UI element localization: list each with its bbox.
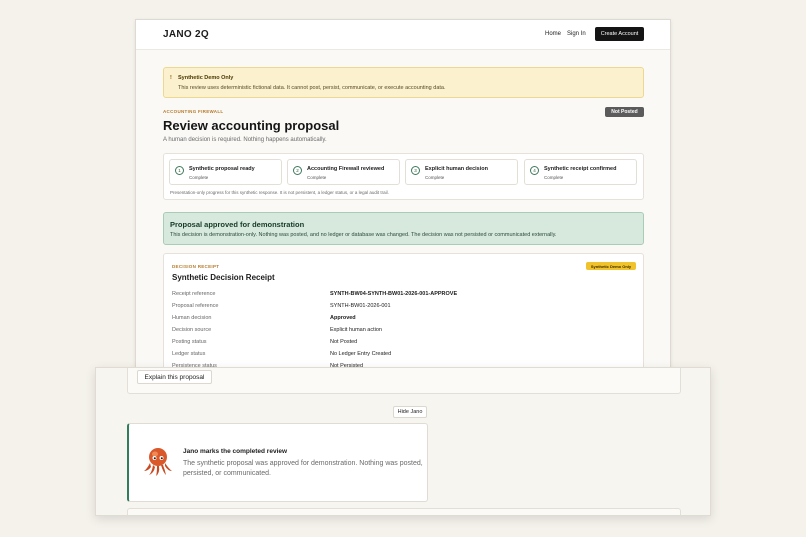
step-number: 1: [175, 166, 184, 175]
receipt-row-value: Not Posted: [330, 339, 358, 345]
top-nav: JANO 2Q Home Sign In Create Account: [136, 20, 670, 50]
page-subtitle: A human decision is required. Nothing ha…: [163, 137, 327, 143]
app-page: JANO 2Q Home Sign In Create Account ! Sy…: [135, 19, 671, 369]
step-number: 2: [293, 166, 302, 175]
hide-jano-button[interactable]: Hide Jano: [393, 406, 427, 418]
nav-home-link[interactable]: Home: [545, 31, 561, 37]
step-status: Complete: [425, 175, 445, 180]
jano-assistant-panel: Explain this proposal Hide Jano Jano mar…: [95, 367, 711, 516]
step-title: Synthetic proposal ready: [189, 166, 255, 172]
receipt-row-label: Receipt reference: [172, 291, 216, 297]
receipt-row-label: Ledger status: [172, 351, 206, 357]
receipt-row-label: Decision source: [172, 327, 212, 333]
octopus-mascot-icon: [144, 448, 172, 476]
demo-notice: ! Synthetic Demo Only This review uses d…: [163, 67, 644, 98]
progress-steps: 1 Synthetic proposal ready Complete 2 Ac…: [163, 153, 644, 200]
receipt-row-label: Proposal reference: [172, 303, 219, 309]
jano-message-body: The synthetic proposal was approved for …: [183, 460, 423, 477]
step-title: Explicit human decision: [425, 166, 488, 172]
step-1: 1 Synthetic proposal ready Complete: [169, 159, 282, 185]
approval-alert: Proposal approved for demonstration This…: [163, 212, 644, 245]
step-4: 4 Synthetic receipt confirmed Complete: [524, 159, 637, 185]
notice-title: Synthetic Demo Only: [178, 75, 234, 81]
exclamation-icon: !: [170, 75, 172, 81]
create-account-button[interactable]: Create Account: [595, 27, 644, 41]
brand-logo[interactable]: JANO 2Q: [163, 29, 209, 40]
explain-proposal-button[interactable]: Explain this proposal: [137, 370, 212, 384]
approval-body: This decision is demonstration-only. Not…: [170, 232, 557, 238]
receipt-title: Synthetic Decision Receipt: [172, 273, 275, 282]
step-status: Complete: [307, 175, 327, 180]
receipt-row-value: Approved: [330, 315, 356, 321]
receipt-row-value: SYNTH-BW01-2026-001: [330, 303, 391, 309]
status-badge: Not Posted: [605, 107, 644, 117]
demo-badge: Synthetic Demo Only: [586, 262, 636, 270]
notice-body: This review uses deterministic fictional…: [178, 85, 446, 91]
receipt-row-value: SYNTH-BW04-SYNTH-BW01-2026-001-APPROVE: [330, 291, 458, 297]
jano-message-card: Jano marks the completed review The synt…: [127, 423, 428, 502]
receipt-row-label: Human decision: [172, 315, 212, 321]
step-status: Complete: [544, 175, 564, 180]
approval-title: Proposal approved for demonstration: [170, 220, 305, 229]
step-2: 2 Accounting Firewall reviewed Complete: [287, 159, 400, 185]
nav-sign-in-link[interactable]: Sign In: [567, 31, 586, 37]
jano-message-title: Jano marks the completed review: [183, 448, 288, 455]
receipt-eyebrow: DECISION RECEIPT: [172, 264, 220, 269]
panel-bottom-card: [127, 508, 681, 515]
decision-receipt-card: DECISION RECEIPT Synthetic Demo Only Syn…: [163, 253, 644, 368]
receipt-row-value: Explicit human action: [330, 327, 382, 333]
page-title: Review accounting proposal: [163, 118, 340, 133]
receipt-row-value: No Ledger Entry Created: [330, 351, 392, 357]
step-status: Complete: [189, 175, 209, 180]
section-eyebrow: ACCOUNTING FIREWALL: [163, 109, 224, 114]
step-number: 4: [530, 166, 539, 175]
step-title: Synthetic receipt confirmed: [544, 166, 617, 172]
steps-note: Presentation-only progress for this synt…: [170, 190, 389, 195]
receipt-row-label: Posting status: [172, 339, 207, 345]
step-title: Accounting Firewall reviewed: [307, 166, 385, 172]
step-number: 3: [411, 166, 420, 175]
step-3: 3 Explicit human decision Complete: [405, 159, 518, 185]
